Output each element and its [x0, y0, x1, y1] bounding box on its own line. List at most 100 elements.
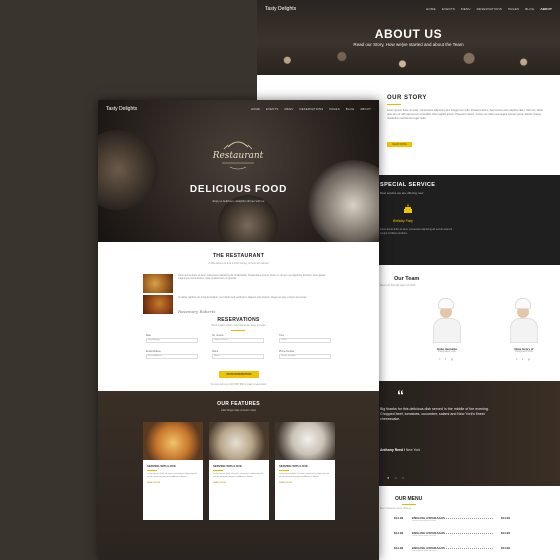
card-image — [275, 422, 335, 460]
read-more-link[interactable]: READ MORE — [279, 482, 331, 484]
card-title: SERVING WITH LOVE — [147, 464, 176, 468]
time-field: Time 00:00 — [279, 335, 331, 343]
item-description: Lorem ipsum dolor sit amet — [412, 550, 437, 552]
story-text: Lorem ipsum dolor sit amet, consectetur … — [387, 109, 543, 120]
hero-title: DELICIOUS FOOD — [189, 184, 288, 195]
menu-item: $14.99 ENGLISH ASPARAGUS $14.99 Lorem ip… — [394, 546, 510, 552]
time-input[interactable]: 00:00 — [279, 338, 331, 343]
name-input[interactable]: Name — [212, 354, 264, 359]
call-us-text: You can call us on 123 4567 890 to make … — [210, 384, 267, 386]
brand-logo[interactable]: Tasty Delights — [265, 6, 296, 12]
nav-home[interactable]: HOME — [426, 7, 436, 11]
features-section: OUR FEATURES Little things make us best … — [98, 391, 379, 560]
section-heading: OUR FEATURES — [217, 401, 260, 407]
social-icons[interactable]: f t g — [504, 357, 544, 361]
chef-role: Designated Cook — [438, 351, 456, 353]
card-title: SERVING WITH LOVE — [213, 464, 242, 468]
feature-card[interactable]: SERVING WITH LOVE Lorem ipsum dolor sit … — [143, 422, 203, 520]
read-more-button[interactable]: READ MORE — [387, 142, 412, 147]
item-price: $14.99 — [500, 546, 510, 550]
about-hero: Tasty Delights HOME EVENTS MENU RESERVAT… — [257, 0, 560, 75]
divider — [387, 104, 401, 105]
author-place: New York — [405, 448, 421, 452]
card-image — [209, 422, 269, 460]
phone-input[interactable]: Phone Number — [279, 354, 331, 359]
read-more-link[interactable]: READ MORE — [147, 482, 199, 484]
section-subtitle: Little things make us best in town — [220, 409, 257, 412]
chef-photo — [427, 298, 467, 343]
restaurant-section: THE RESTAURANT A little about us and a b… — [98, 242, 379, 317]
divider — [213, 470, 223, 471]
card-text: Lorem ipsum dolor sit amet, consectetur … — [147, 473, 198, 479]
food-photo — [98, 130, 158, 210]
divider — [279, 470, 289, 471]
nav-home[interactable]: HOME — [251, 107, 260, 111]
nav-pages[interactable]: PAGES — [329, 107, 339, 111]
guests-field: No. Guests Select a Guest — [212, 335, 264, 343]
restaurant-text: Lorem ipsum dolor sit amet, consectetur … — [178, 275, 326, 281]
nav-about[interactable]: ABOUT — [360, 107, 371, 111]
restaurant-logo: Restaurant — [212, 141, 264, 170]
read-more-link[interactable]: READ MORE — [213, 482, 265, 484]
home-page-screenshot: Tasty Delights HOME EVENTS MENU RESERVAT… — [98, 100, 379, 560]
field-label: Phone Number — [279, 351, 295, 353]
nav-pages[interactable]: PAGES — [508, 7, 519, 11]
section-heading: OUR STORY — [387, 95, 427, 101]
email-field: Email Address Email Address — [146, 351, 198, 359]
nav-blog[interactable]: BLOG — [525, 7, 534, 11]
service-name: Birthday Party — [393, 219, 414, 223]
phone-field: Phone Number Phone Number — [279, 351, 331, 359]
testimonial-text: Big thanks for this delicious dish serve… — [380, 407, 489, 422]
item-price: $14.99 — [500, 516, 510, 520]
item-price: $14.99 — [394, 531, 404, 535]
feature-card[interactable]: SERVING WITH LOVE Lorem ipsum dolor sit … — [275, 422, 335, 520]
field-label: Time — [279, 335, 285, 337]
about-navbar: Tasty Delights HOME EVENTS MENU RESERVAT… — [257, 0, 560, 18]
item-description: Lorem ipsum dolor sit amet — [412, 535, 437, 537]
nav-menu: HOME EVENTS MENU RESERVATIONS PAGES BLOG… — [251, 107, 371, 111]
home-hero: Tasty Delights HOME EVENTS MENU RESERVAT… — [98, 100, 379, 242]
card-title: SERVING WITH LOVE — [279, 464, 308, 468]
guests-select[interactable]: Select a Guest — [212, 338, 264, 343]
signature: Rosemary Roberts — [178, 309, 216, 314]
section-heading: RESERVATIONS — [217, 317, 260, 323]
brand-logo[interactable]: Tasty Delights — [106, 106, 137, 112]
section-heading: Our Team — [394, 276, 420, 282]
card-text: Lorem ipsum dolor sit amet, consectetur … — [213, 473, 264, 479]
section-heading: THE RESTAURANT — [212, 253, 265, 259]
section-subtitle: Best service we are offering now — [380, 191, 424, 195]
item-price: $14.99 — [394, 546, 404, 550]
nav-reservations[interactable]: RESERVATIONS — [299, 107, 323, 111]
nav-menu-link[interactable]: MENU — [284, 107, 293, 111]
nav-reservations[interactable]: RESERVATIONS — [477, 7, 502, 11]
chef-photo — [504, 298, 544, 343]
home-navbar: Tasty Delights HOME EVENTS MENU RESERVAT… — [98, 100, 379, 118]
hero-tagline: Enjoy a delicious, delightful dinner wit… — [212, 199, 265, 203]
section-subtitle: Meet our friendly team of chefs — [380, 284, 416, 287]
nav-events[interactable]: EVENTS — [442, 7, 455, 11]
reservations-section: RESERVATIONS Book a table online, reserv… — [98, 317, 379, 391]
date-input[interactable]: mm/dd/yyyy — [146, 338, 198, 343]
menu-item: $14.99 ENGLISH ASPARAGUS $14.99 Lorem ip… — [394, 531, 510, 537]
section-subtitle: A little about us and a brief history of… — [208, 262, 269, 265]
social-icons[interactable]: f t g — [427, 357, 467, 361]
name-field: Name Name — [212, 351, 264, 359]
nav-blog[interactable]: BLOG — [346, 107, 355, 111]
card-image — [143, 422, 203, 460]
email-input[interactable]: Email Address — [146, 354, 198, 359]
dotted-leader — [439, 533, 493, 534]
nav-menu-link[interactable]: MENU — [461, 7, 471, 11]
section-heading: SPECIAL SERVICE — [380, 182, 436, 188]
nav-about[interactable]: ABOUT — [540, 7, 552, 11]
author-name: Anthony Reed — [380, 448, 403, 452]
nav-events[interactable]: EVENTS — [266, 107, 278, 111]
item-price: $14.99 — [500, 531, 510, 535]
testimonial-author: Anthony Reed / New York — [380, 448, 421, 452]
carousel-dots[interactable]: ● ○ ○ — [387, 475, 406, 480]
feature-card[interactable]: SERVING WITH LOVE Lorem ipsum dolor sit … — [209, 422, 269, 520]
nav-menu: HOME EVENTS MENU RESERVATIONS PAGES BLOG… — [426, 7, 552, 11]
field-label: Email Address — [146, 351, 161, 353]
book-reservation-button[interactable]: BOOK RESERVATION — [219, 371, 259, 378]
service-description: Lorem ipsum dolor sit amet, consectetur … — [380, 229, 453, 235]
menu-item: $14.99 ENGLISH ASPARAGUS $14.99 Lorem ip… — [394, 516, 510, 522]
